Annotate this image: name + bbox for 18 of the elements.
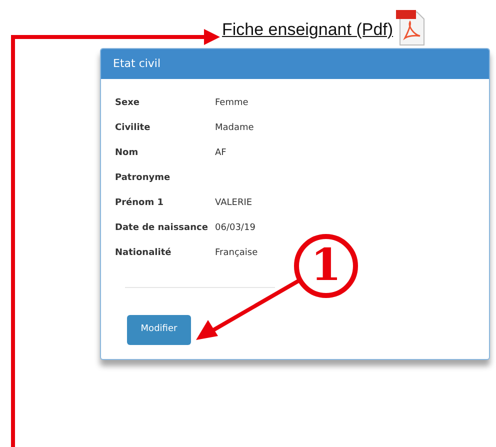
field-value: AF xyxy=(215,147,226,160)
field-label: Patronyme xyxy=(115,172,172,186)
field-label: Date de naissance xyxy=(115,222,209,236)
callout-number: 1 xyxy=(294,234,358,298)
modify-button[interactable]: Modifier xyxy=(127,314,191,345)
field-label: Nationalité xyxy=(115,247,172,260)
field-value: Française xyxy=(215,247,258,260)
field-value: VALERIE xyxy=(215,197,252,210)
field-label: Prénom 1 xyxy=(115,197,165,210)
pdf-link[interactable]: Fiche enseignant (Pdf) xyxy=(222,18,394,42)
field-value: Femme xyxy=(215,97,248,110)
pdf-file-icon xyxy=(395,8,428,46)
field-label: Sexe xyxy=(115,97,140,110)
field-label: Nom xyxy=(115,147,140,160)
field-label: Civilite xyxy=(115,122,152,136)
field-value: 06/03/19 xyxy=(215,222,256,236)
field-value: Madame xyxy=(215,122,254,136)
panel-title: Etat civil xyxy=(113,56,161,72)
